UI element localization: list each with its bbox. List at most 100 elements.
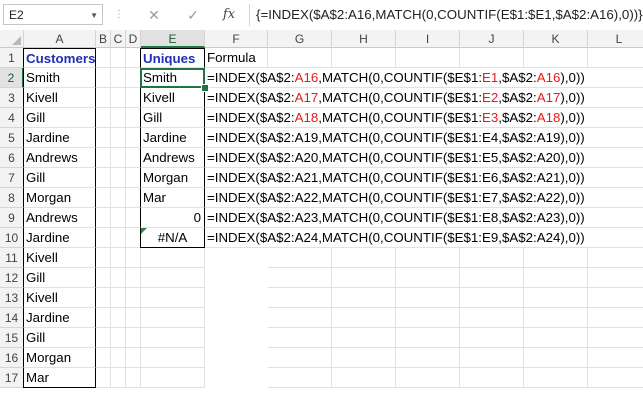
cell-k17[interactable] bbox=[524, 368, 588, 388]
cell-i17[interactable] bbox=[396, 368, 460, 388]
row-header-4[interactable]: 4 bbox=[0, 108, 24, 128]
cell-l16[interactable] bbox=[588, 348, 643, 368]
cell-k12[interactable] bbox=[524, 268, 588, 288]
cell-b2[interactable] bbox=[96, 68, 111, 88]
cell-b7[interactable] bbox=[96, 168, 111, 188]
cell-g11[interactable] bbox=[268, 248, 332, 268]
cell-l8[interactable] bbox=[588, 188, 643, 208]
cell-g12[interactable] bbox=[268, 268, 332, 288]
insert-function-icon[interactable]: fx bbox=[218, 5, 240, 25]
cell-h14[interactable] bbox=[332, 308, 396, 328]
cell-e13[interactable] bbox=[141, 288, 205, 308]
cell-b4[interactable] bbox=[96, 108, 111, 128]
cell-l14[interactable] bbox=[588, 308, 643, 328]
cell-c6[interactable] bbox=[111, 148, 126, 168]
row-header-15[interactable]: 15 bbox=[0, 328, 24, 348]
unique-cell[interactable]: Kivell bbox=[140, 88, 205, 108]
formula-text-cell[interactable]: =INDEX($A$2:A19,MATCH(0,COUNTIF($E$1:E4,… bbox=[205, 128, 588, 148]
select-all-button[interactable] bbox=[0, 30, 24, 48]
cell-h16[interactable] bbox=[332, 348, 396, 368]
cell-i16[interactable] bbox=[396, 348, 460, 368]
cell-h17[interactable] bbox=[332, 368, 396, 388]
chevron-down-icon[interactable]: ▼ bbox=[90, 5, 98, 26]
unique-cell[interactable]: Morgan bbox=[140, 168, 205, 188]
customer-cell[interactable]: Andrews bbox=[23, 148, 96, 168]
cell-h13[interactable] bbox=[332, 288, 396, 308]
row-header-3[interactable]: 3 bbox=[0, 88, 24, 108]
customer-cell[interactable]: Gill bbox=[23, 328, 96, 348]
row-header-10[interactable]: 10 bbox=[0, 228, 24, 248]
cell-l17[interactable] bbox=[588, 368, 643, 388]
cell-d17[interactable] bbox=[126, 368, 141, 388]
cell-c5[interactable] bbox=[111, 128, 126, 148]
cell-c17[interactable] bbox=[111, 368, 126, 388]
cell-c11[interactable] bbox=[111, 248, 126, 268]
cell-c13[interactable] bbox=[111, 288, 126, 308]
customer-cell[interactable]: Gill bbox=[23, 108, 96, 128]
cell-b15[interactable] bbox=[96, 328, 111, 348]
column-header-a[interactable]: A bbox=[24, 30, 96, 48]
cell-k14[interactable] bbox=[524, 308, 588, 328]
cell-j1[interactable] bbox=[460, 48, 524, 68]
cell-c9[interactable] bbox=[111, 208, 126, 228]
cell-j17[interactable] bbox=[460, 368, 524, 388]
cell-d10[interactable] bbox=[126, 228, 141, 248]
customer-cell[interactable]: Morgan bbox=[23, 188, 96, 208]
unique-cell[interactable]: Gill bbox=[140, 108, 205, 128]
cell-l3[interactable] bbox=[588, 88, 643, 108]
formula-text-cell[interactable]: =INDEX($A$2:A22,MATCH(0,COUNTIF($E$1:E7,… bbox=[205, 188, 588, 208]
customer-cell[interactable]: Smith bbox=[23, 68, 96, 88]
cell-b14[interactable] bbox=[96, 308, 111, 328]
cell-l1[interactable] bbox=[588, 48, 643, 68]
cell-d4[interactable] bbox=[126, 108, 141, 128]
cell-b8[interactable] bbox=[96, 188, 111, 208]
cell-g15[interactable] bbox=[268, 328, 332, 348]
cell-j12[interactable] bbox=[460, 268, 524, 288]
row-header-11[interactable]: 11 bbox=[0, 248, 24, 268]
row-header-13[interactable]: 13 bbox=[0, 288, 24, 308]
cell-l9[interactable] bbox=[588, 208, 643, 228]
cell-e15[interactable] bbox=[141, 328, 205, 348]
cell-l12[interactable] bbox=[588, 268, 643, 288]
customer-cell[interactable]: Kivell bbox=[23, 288, 96, 308]
cell-d1[interactable] bbox=[126, 48, 141, 68]
cell-h15[interactable] bbox=[332, 328, 396, 348]
unique-cell[interactable]: Jardine bbox=[140, 128, 205, 148]
row-header-8[interactable]: 8 bbox=[0, 188, 24, 208]
cell-d11[interactable] bbox=[126, 248, 141, 268]
cell-e16[interactable] bbox=[141, 348, 205, 368]
cell-h11[interactable] bbox=[332, 248, 396, 268]
cell-c3[interactable] bbox=[111, 88, 126, 108]
cell-g1[interactable] bbox=[268, 48, 332, 68]
cell-l4[interactable] bbox=[588, 108, 643, 128]
cell-k1[interactable] bbox=[524, 48, 588, 68]
cell-k16[interactable] bbox=[524, 348, 588, 368]
cell-c8[interactable] bbox=[111, 188, 126, 208]
cell-l2[interactable] bbox=[588, 68, 643, 88]
cell-j11[interactable] bbox=[460, 248, 524, 268]
cell-d13[interactable] bbox=[126, 288, 141, 308]
column-header-f[interactable]: F bbox=[205, 30, 268, 48]
cell-b9[interactable] bbox=[96, 208, 111, 228]
cell-c12[interactable] bbox=[111, 268, 126, 288]
formula-header[interactable]: Formula bbox=[205, 48, 268, 68]
cell-d16[interactable] bbox=[126, 348, 141, 368]
cell-b17[interactable] bbox=[96, 368, 111, 388]
unique-cell[interactable]: Mar bbox=[140, 188, 205, 208]
row-header-1[interactable]: 1 bbox=[0, 48, 24, 68]
cell-j16[interactable] bbox=[460, 348, 524, 368]
uniques-header[interactable]: Uniques bbox=[140, 48, 205, 68]
cell-d8[interactable] bbox=[126, 188, 141, 208]
customer-cell[interactable]: Gill bbox=[23, 168, 96, 188]
customer-cell[interactable]: Jardine bbox=[23, 228, 96, 248]
cell-c16[interactable] bbox=[111, 348, 126, 368]
cell-k13[interactable] bbox=[524, 288, 588, 308]
fill-handle[interactable] bbox=[201, 84, 209, 92]
column-header-j[interactable]: J bbox=[460, 30, 524, 48]
cell-g17[interactable] bbox=[268, 368, 332, 388]
cell-d12[interactable] bbox=[126, 268, 141, 288]
cell-d5[interactable] bbox=[126, 128, 141, 148]
cell-c2[interactable] bbox=[111, 68, 126, 88]
row-header-17[interactable]: 17 bbox=[0, 368, 24, 388]
customer-cell[interactable]: Morgan bbox=[23, 348, 96, 368]
